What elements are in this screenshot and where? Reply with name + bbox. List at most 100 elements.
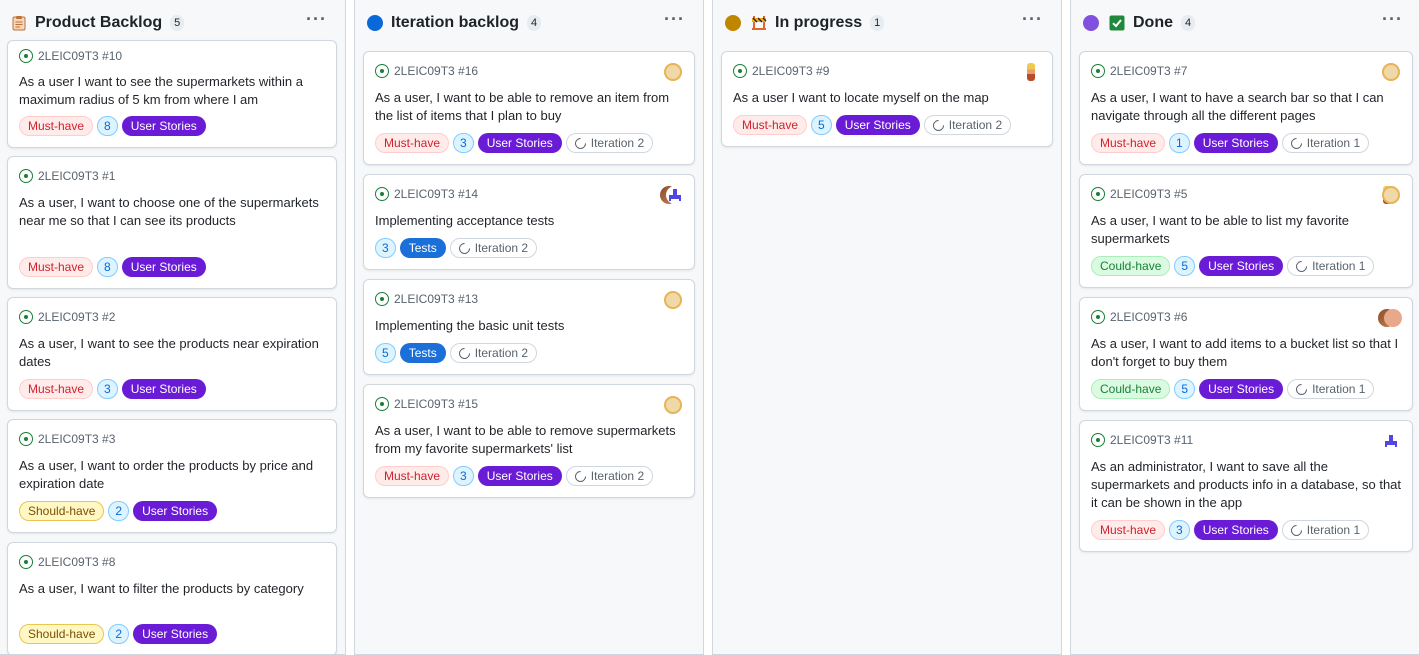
iteration-label[interactable]: Iteration 2 [449, 343, 538, 363]
type-label[interactable]: User Stories [835, 115, 920, 135]
assignee-avatar[interactable] [1382, 63, 1400, 81]
assignee-avatar[interactable] [664, 63, 682, 81]
story-points-label[interactable]: 3 [453, 133, 474, 153]
issue-card[interactable]: 2LEIC09T3 #13 Implementing the basic uni… [363, 279, 695, 375]
priority-label[interactable]: Must-have [19, 257, 94, 277]
issue-ref[interactable]: 2LEIC09T3 #10 [38, 49, 122, 63]
issue-title[interactable]: As a user, I want to choose one of the s… [19, 194, 326, 230]
column-menu-button[interactable]: ··· [306, 10, 327, 28]
issue-ref[interactable]: 2LEIC09T3 #13 [394, 292, 478, 306]
type-label[interactable]: Tests [399, 238, 446, 258]
issue-card[interactable]: 2LEIC09T3 #8 As a user, I want to filter… [7, 542, 337, 654]
issue-title[interactable]: As a user, I want to have a search bar s… [1091, 89, 1402, 125]
assignee-avatar[interactable] [1022, 63, 1040, 81]
iteration-label[interactable]: Iteration 1 [1281, 520, 1370, 540]
story-points-label[interactable]: 5 [375, 343, 396, 363]
story-points-label[interactable]: 1 [1169, 133, 1190, 153]
issue-title[interactable]: As a user, I want to order the products … [19, 457, 326, 493]
issue-title[interactable]: As a user I want to locate myself on the… [733, 89, 1042, 107]
iteration-label[interactable]: Iteration 2 [449, 238, 538, 258]
priority-label[interactable]: Must-have [375, 466, 450, 486]
issue-ref[interactable]: 2LEIC09T3 #14 [394, 187, 478, 201]
issue-title[interactable]: As a user, I want to add items to a buck… [1091, 335, 1402, 371]
assignee-avatar[interactable] [664, 396, 682, 414]
type-label[interactable]: User Stories [1199, 256, 1284, 276]
story-points-label[interactable]: 3 [97, 379, 118, 399]
type-label[interactable]: User Stories [1193, 520, 1278, 540]
issue-ref[interactable]: 2LEIC09T3 #7 [1110, 64, 1187, 78]
type-label[interactable]: User Stories [133, 501, 218, 521]
type-label[interactable]: User Stories [121, 379, 206, 399]
type-label[interactable]: User Stories [477, 133, 562, 153]
priority-label[interactable]: Should-have [19, 624, 105, 644]
issue-title[interactable]: Implementing the basic unit tests [375, 317, 684, 335]
issue-title[interactable]: As an administrator, I want to save all … [1091, 458, 1402, 512]
type-label[interactable]: User Stories [121, 116, 206, 136]
iteration-label[interactable]: Iteration 2 [565, 133, 654, 153]
issue-card[interactable]: 2LEIC09T3 #7 As a user, I want to have a… [1079, 51, 1413, 165]
story-points-label[interactable]: 5 [1174, 379, 1196, 399]
issue-card[interactable]: 2LEIC09T3 #1 As a user, I want to choose… [7, 156, 337, 289]
issue-ref[interactable]: 2LEIC09T3 #15 [394, 397, 478, 411]
story-points-label[interactable]: 5 [1174, 256, 1196, 276]
issue-ref[interactable]: 2LEIC09T3 #3 [38, 432, 115, 446]
iteration-label[interactable]: Iteration 2 [923, 115, 1012, 135]
issue-ref[interactable]: 2LEIC09T3 #8 [38, 555, 115, 569]
iteration-label[interactable]: Iteration 1 [1287, 379, 1375, 399]
story-points-label[interactable]: 3 [1169, 520, 1190, 540]
issue-title[interactable]: As a user I want to see the supermarkets… [19, 73, 326, 109]
assignee-avatar[interactable] [1382, 432, 1400, 450]
issue-title[interactable]: Implementing acceptance tests [375, 212, 684, 230]
assignee-avatars[interactable] [660, 186, 684, 204]
column-menu-button[interactable]: ··· [1022, 10, 1043, 28]
priority-label[interactable]: Could-have [1091, 379, 1171, 399]
issue-ref[interactable]: 2LEIC09T3 #5 [1110, 187, 1187, 201]
story-points-label[interactable]: 3 [453, 466, 474, 486]
issue-card[interactable]: 2LEIC09T3 #15 As a user, I want to be ab… [363, 384, 695, 498]
issue-card[interactable]: 2LEIC09T3 #6 As a user, I want to add it… [1079, 297, 1413, 411]
priority-label[interactable]: Must-have [375, 133, 450, 153]
issue-title[interactable]: As a user, I want to see the products ne… [19, 335, 326, 371]
priority-label[interactable]: Could-have [1091, 256, 1171, 276]
type-label[interactable]: User Stories [1199, 379, 1284, 399]
issue-ref[interactable]: 2LEIC09T3 #9 [752, 64, 829, 78]
issue-title[interactable]: As a user, I want to filter the products… [19, 580, 326, 598]
issue-ref[interactable]: 2LEIC09T3 #2 [38, 310, 115, 324]
issue-title[interactable]: As a user, I want to be able to remove s… [375, 422, 684, 458]
priority-label[interactable]: Must-have [733, 115, 808, 135]
issue-ref[interactable]: 2LEIC09T3 #11 [1110, 433, 1193, 447]
assignee-avatar[interactable] [664, 291, 682, 309]
story-points-label[interactable]: 8 [97, 116, 118, 136]
story-points-label[interactable]: 2 [108, 501, 130, 521]
story-points-label[interactable]: 8 [97, 257, 118, 277]
iteration-label[interactable]: Iteration 1 [1287, 256, 1375, 276]
story-points-label[interactable]: 5 [811, 115, 832, 135]
priority-label[interactable]: Must-have [1091, 133, 1166, 153]
type-label[interactable]: User Stories [133, 624, 218, 644]
assignee-avatars[interactable] [1378, 186, 1400, 204]
issue-title[interactable]: As a user, I want to be able to remove a… [375, 89, 684, 125]
priority-label[interactable]: Must-have [1091, 520, 1166, 540]
column-menu-button[interactable]: ··· [1382, 10, 1403, 28]
priority-label[interactable]: Must-have [19, 116, 94, 136]
type-label[interactable]: User Stories [121, 257, 206, 277]
type-label[interactable]: User Stories [477, 466, 562, 486]
type-label[interactable]: User Stories [1193, 133, 1278, 153]
issue-card[interactable]: 2LEIC09T3 #10 As a user I want to see th… [7, 40, 337, 148]
issue-card[interactable]: 2LEIC09T3 #9 As a user I want to locate … [721, 51, 1053, 147]
column-menu-button[interactable]: ··· [664, 10, 685, 28]
story-points-label[interactable]: 3 [375, 238, 396, 258]
iteration-label[interactable]: Iteration 2 [565, 466, 654, 486]
issue-card[interactable]: 2LEIC09T3 #11 As an administrator, I wan… [1079, 420, 1413, 552]
issue-card[interactable]: 2LEIC09T3 #3 As a user, I want to order … [7, 419, 337, 533]
iteration-label[interactable]: Iteration 1 [1281, 133, 1370, 153]
priority-label[interactable]: Must-have [19, 379, 94, 399]
issue-card[interactable]: 2LEIC09T3 #2 As a user, I want to see th… [7, 297, 337, 411]
issue-ref[interactable]: 2LEIC09T3 #16 [394, 64, 478, 78]
issue-card[interactable]: 2LEIC09T3 #16 As a user, I want to be ab… [363, 51, 695, 165]
issue-title[interactable]: As a user, I want to be able to list my … [1091, 212, 1402, 248]
assignee-avatars[interactable] [1378, 309, 1402, 327]
priority-label[interactable]: Should-have [19, 501, 105, 521]
issue-ref[interactable]: 2LEIC09T3 #1 [38, 169, 115, 183]
story-points-label[interactable]: 2 [108, 624, 130, 644]
